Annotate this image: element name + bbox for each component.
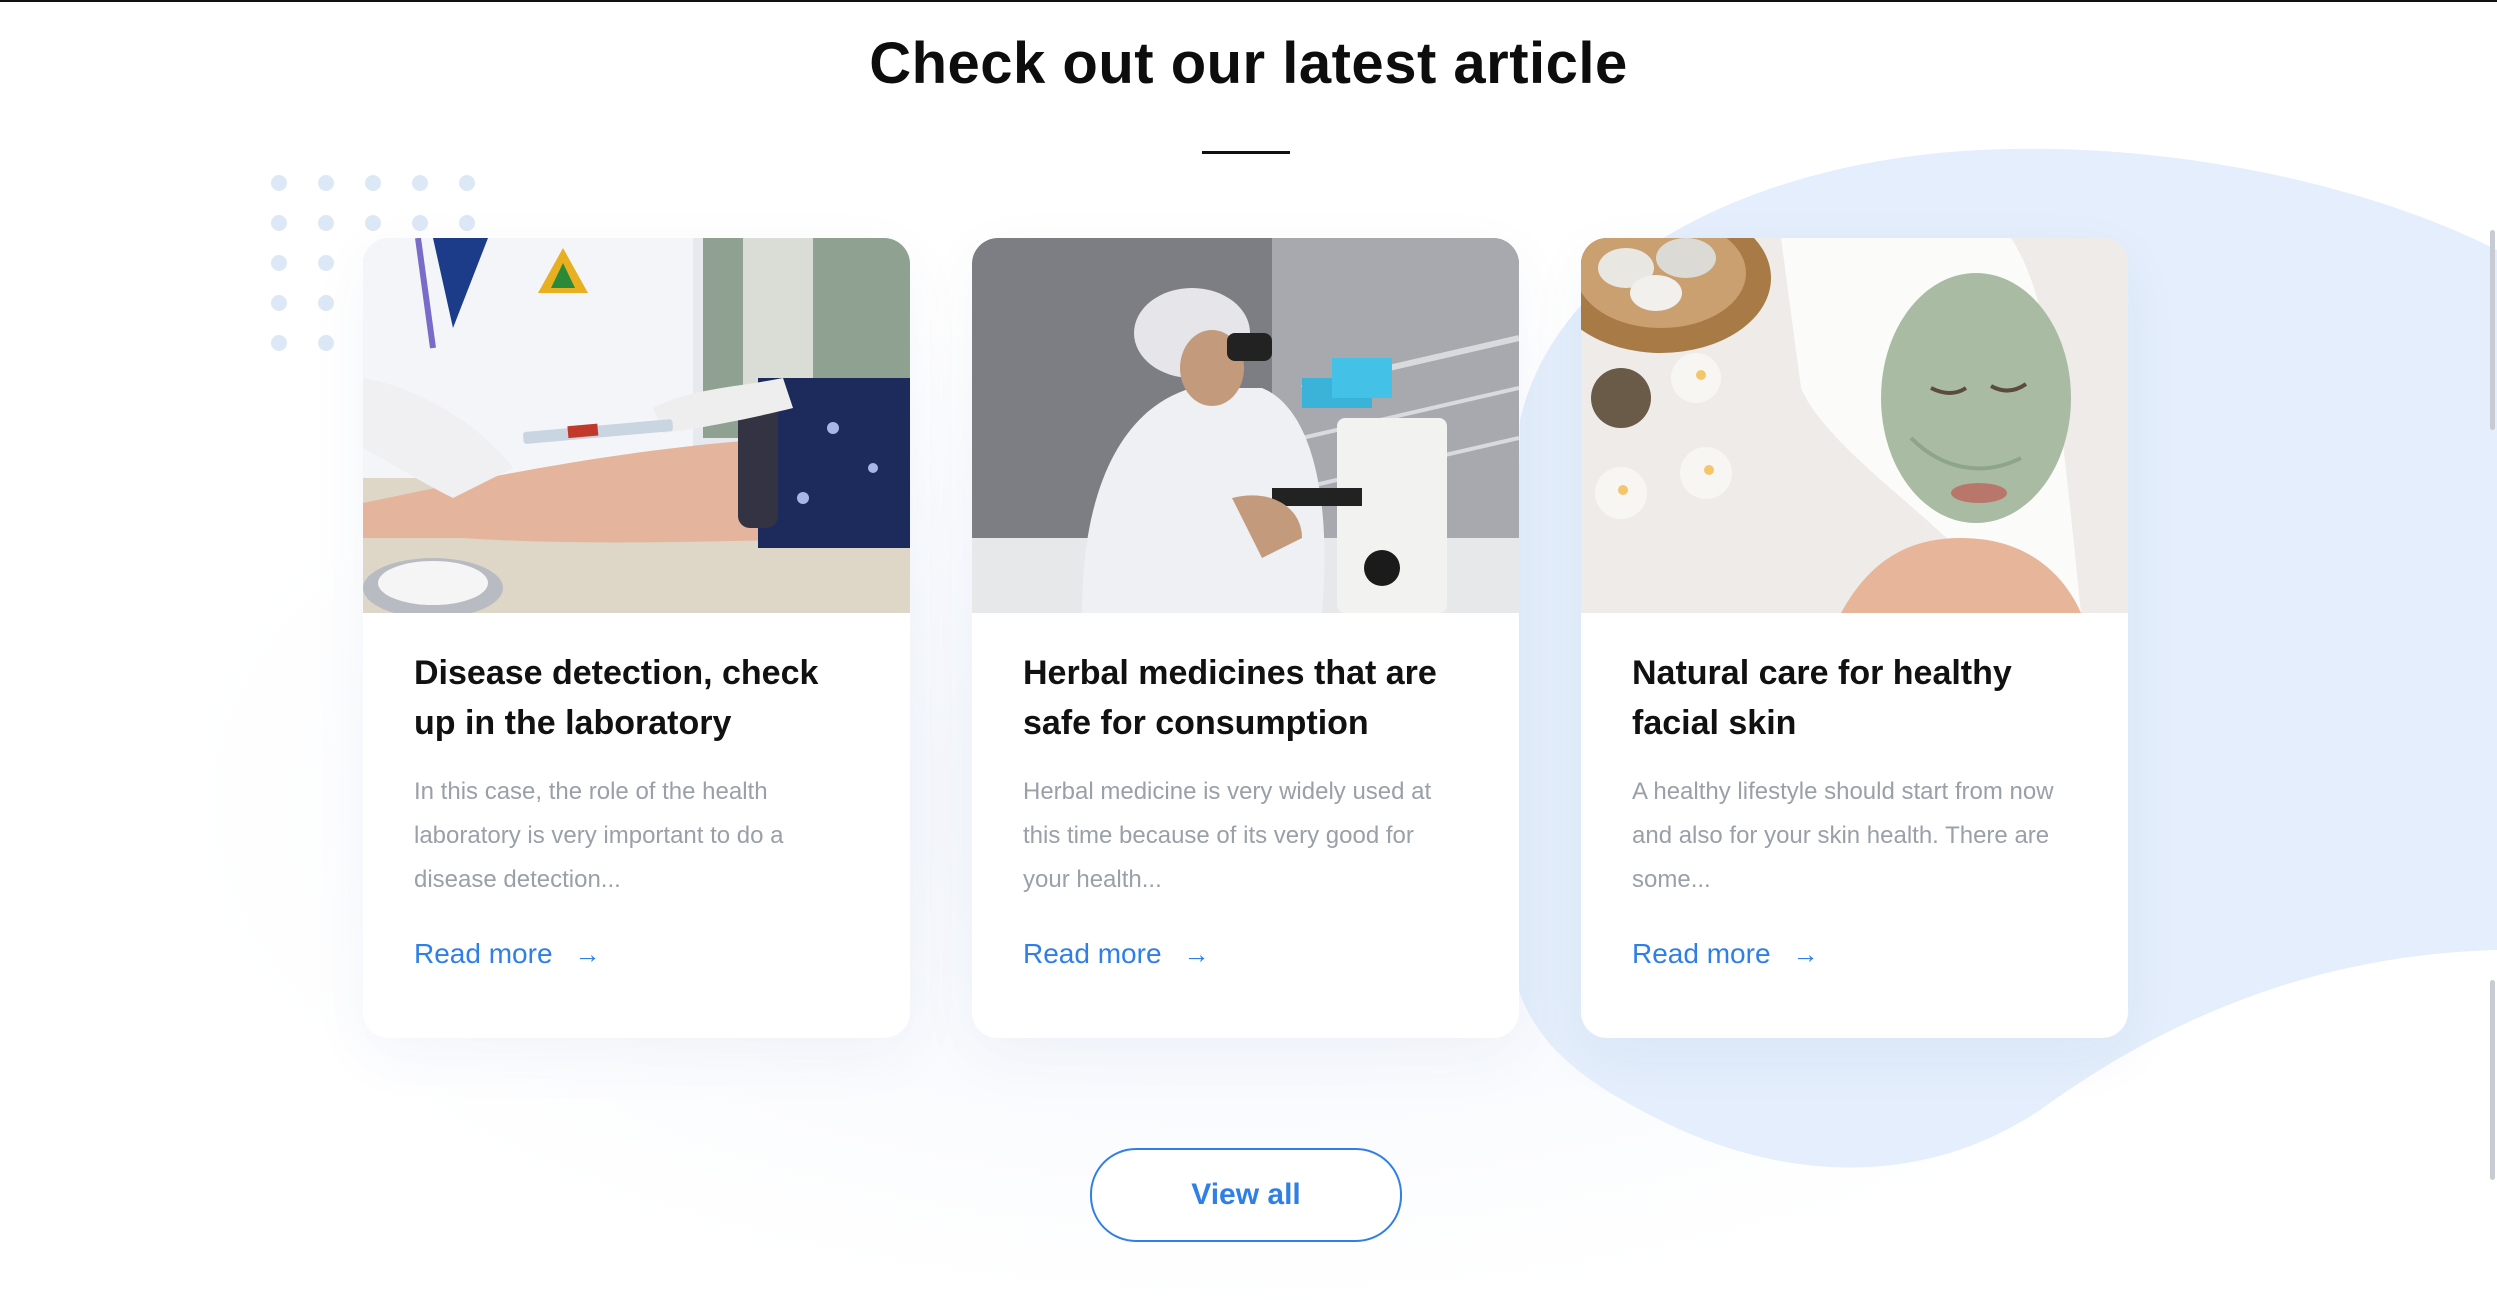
read-more-label[interactable]: Read more [414,938,553,970]
article-title[interactable]: Herbal medicines that are safe for consu… [1023,648,1463,748]
section-title: Check out our latest article [869,31,1628,96]
arrow-right-icon[interactable]: → [1184,939,1210,970]
read-more-link[interactable]: Read more → [1023,938,1210,970]
scrollbar-thumb[interactable] [2490,230,2495,430]
scrollbar-thumb-secondary[interactable] [2490,980,2495,1180]
article-title[interactable]: Natural care for healthy facial skin [1632,648,2072,748]
article-description: Herbal medicine is very widely used at t… [1023,778,1432,893]
article-description: In this case, the role of the health lab… [414,778,784,893]
article-description: A healthy lifestyle should start from no… [1632,778,2054,893]
microscope-lab-photo-icon[interactable] [972,238,1519,613]
read-more-label[interactable]: Read more [1023,938,1162,970]
read-more-link[interactable]: Read more → [414,938,601,970]
article-card[interactable]: Natural care for healthy facial skin A h… [1581,238,2128,1038]
title-underline [1202,151,1290,154]
arrow-right-icon[interactable]: → [1793,939,1819,970]
read-more-link[interactable]: Read more → [1632,938,1819,970]
article-card[interactable]: Herbal medicines that are safe for consu… [972,238,1519,1038]
blood-test-photo-icon[interactable] [363,238,910,613]
read-more-label[interactable]: Read more [1632,938,1771,970]
article-card[interactable]: Disease detection, check up in the labor… [363,238,910,1038]
view-all-button[interactable]: View all [1090,1148,1402,1242]
article-title[interactable]: Disease detection, check up in the labor… [414,648,854,748]
arrow-right-icon[interactable]: → [575,939,601,970]
facial-mask-spa-photo-icon[interactable] [1581,238,2128,613]
